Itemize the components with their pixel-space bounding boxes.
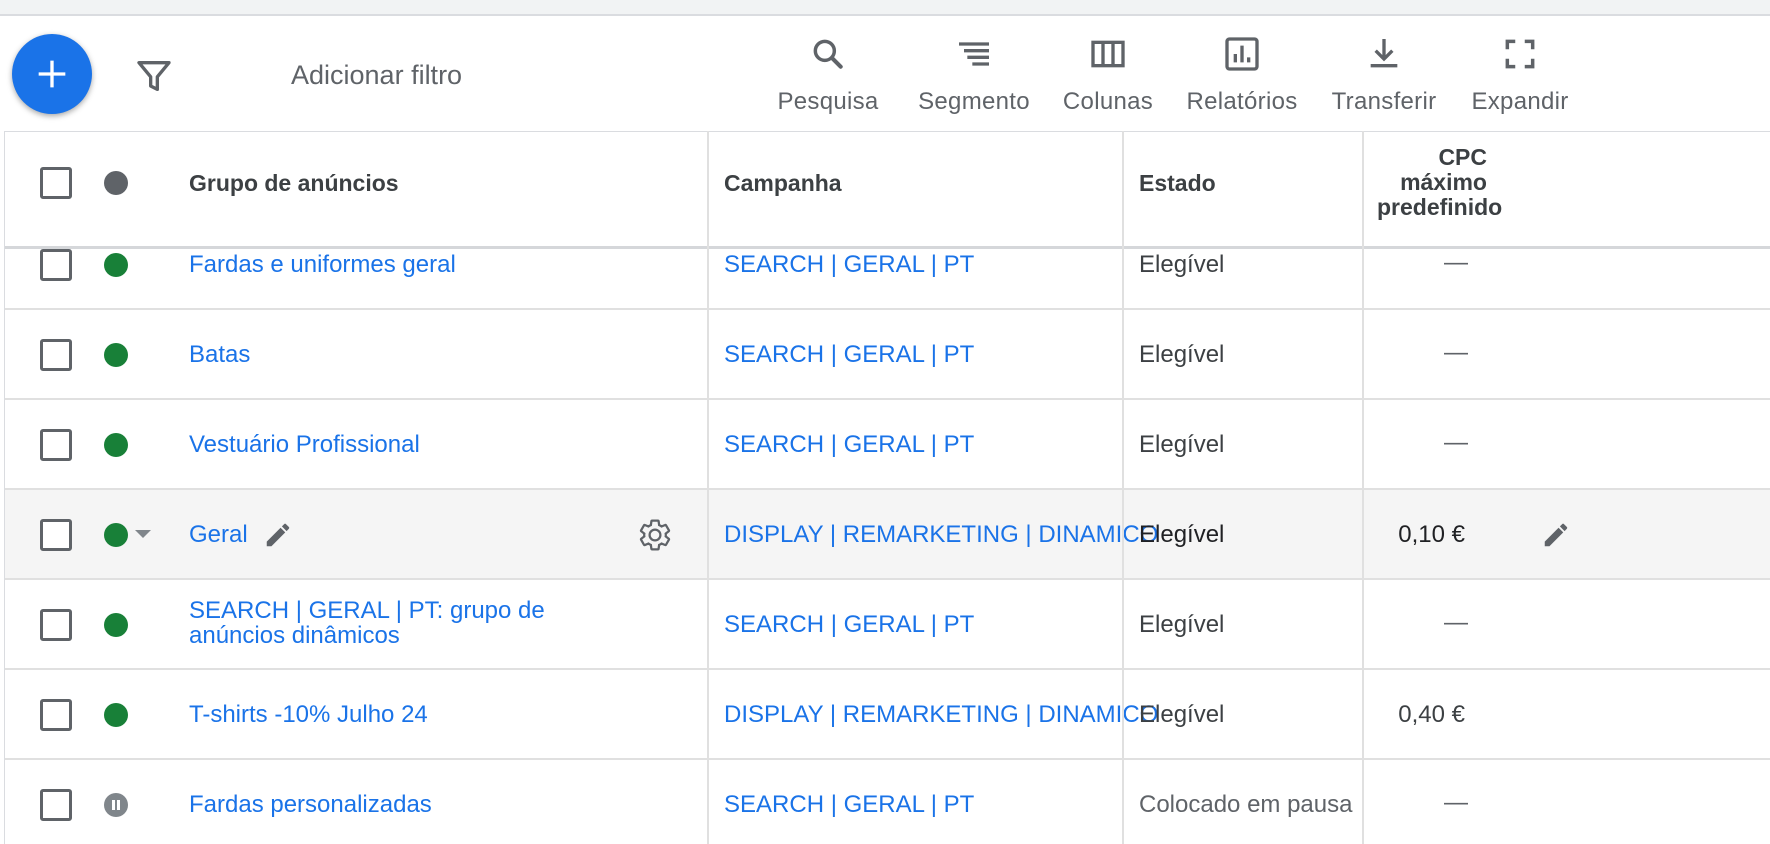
fullscreen-tool-label: Expandir xyxy=(1471,88,1569,115)
table-body: Fardas e uniformes geral SEARCH | GERAL … xyxy=(5,249,1770,844)
status-text: Elegível xyxy=(1139,701,1225,728)
table-row: Vestuário Profissional SEARCH | GERAL | … xyxy=(5,400,1770,490)
campaign-link[interactable]: SEARCH | GERAL | PT xyxy=(724,611,974,639)
campaign-link[interactable]: SEARCH | GERAL | PT xyxy=(724,341,974,369)
campaign-link[interactable]: DISPLAY | REMARKETING | DINAMICO xyxy=(724,521,1158,549)
status-dot-enabled[interactable] xyxy=(104,433,128,457)
columns-tool-button[interactable]: Colunas xyxy=(1062,32,1154,132)
campaign-link[interactable]: SEARCH | GERAL | PT xyxy=(724,791,974,819)
reports-tool-button[interactable]: Relatórios xyxy=(1186,32,1297,132)
header-max-cpc-line3: predefinido xyxy=(1377,194,1503,220)
download-tool-label: Transferir xyxy=(1331,88,1437,115)
header-max-cpc-line2: máximo xyxy=(1400,169,1487,195)
row-checkbox[interactable] xyxy=(40,699,72,731)
row-checkbox[interactable] xyxy=(40,429,72,461)
status-text: Elegível xyxy=(1139,521,1225,548)
campaign-link[interactable]: SEARCH | GERAL | PT xyxy=(724,431,974,459)
status-dot-paused[interactable] xyxy=(104,793,128,817)
add-button[interactable] xyxy=(12,34,92,114)
edit-cpc-icon[interactable] xyxy=(1541,520,1571,550)
cpc-value: — xyxy=(1444,249,1468,276)
header-max-cpc-line1: CPC xyxy=(1438,144,1487,170)
status-text: Elegível xyxy=(1139,431,1225,458)
search-tool-button[interactable]: Pesquisa xyxy=(777,32,879,132)
row-checkbox[interactable] xyxy=(40,519,72,551)
row-checkbox[interactable] xyxy=(40,339,72,371)
status-dot-enabled[interactable] xyxy=(104,613,128,637)
status-text: Elegível xyxy=(1139,611,1225,638)
cpc-value: 0,10 € xyxy=(1398,521,1465,548)
filter-icon[interactable] xyxy=(134,56,174,96)
row-checkbox[interactable] xyxy=(40,609,72,641)
plus-icon xyxy=(38,60,66,88)
ad-group-link[interactable]: SEARCH | GERAL | PT: grupo de anúncios d… xyxy=(189,598,545,648)
status-dot-enabled[interactable] xyxy=(104,703,128,727)
cpc-value: — xyxy=(1444,339,1468,366)
cpc-value: 0,40 € xyxy=(1398,701,1465,728)
download-icon xyxy=(1370,39,1398,68)
table-row: SEARCH | GERAL | PT: grupo de anúncios d… xyxy=(5,580,1770,670)
table-row: Fardas personalizadas SEARCH | GERAL | P… xyxy=(5,760,1770,844)
ad-group-link-line2: anúncios dinâmicos xyxy=(189,622,400,649)
settings-gear-icon[interactable] xyxy=(637,517,673,553)
status-text: Elegível xyxy=(1139,251,1225,278)
fullscreen-icon xyxy=(1505,39,1535,69)
header-status[interactable]: Estado xyxy=(1139,170,1216,197)
ad-group-link-line1: SEARCH | GERAL | PT: grupo de xyxy=(189,597,545,624)
cpc-value: — xyxy=(1444,609,1468,636)
header-max-cpc[interactable]: CPC máximo predefinido xyxy=(1377,144,1503,220)
segment-tool-label: Segmento xyxy=(918,88,1030,115)
status-filter-dot[interactable] xyxy=(104,171,128,195)
segment-tool-button[interactable]: Segmento xyxy=(918,32,1030,132)
column-divider xyxy=(1362,131,1364,844)
columns-tool-label: Colunas xyxy=(1062,88,1154,115)
reports-tool-label: Relatórios xyxy=(1186,88,1298,115)
table-row: T-shirts -10% Julho 24 DISPLAY | REMARKE… xyxy=(5,670,1770,760)
fullscreen-tool-button[interactable]: Expandir xyxy=(1471,32,1569,132)
ad-group-link[interactable]: Fardas personalizadas xyxy=(189,791,432,819)
download-tool-button[interactable]: Transferir xyxy=(1331,32,1437,132)
top-strip xyxy=(0,0,1770,16)
search-tool-label: Pesquisa xyxy=(777,88,879,115)
table-row: Fardas e uniformes geral SEARCH | GERAL … xyxy=(5,249,1770,310)
campaign-link[interactable]: DISPLAY | REMARKETING | DINAMICO xyxy=(724,701,1158,729)
cpc-value: — xyxy=(1444,429,1468,456)
status-text: Elegível xyxy=(1139,341,1225,368)
ad-group-link[interactable]: T-shirts -10% Julho 24 xyxy=(189,701,428,729)
column-divider xyxy=(1122,131,1124,844)
status-text: Colocado em pausa xyxy=(1139,791,1353,818)
status-dot-enabled[interactable] xyxy=(104,253,128,277)
ad-groups-table: Grupo de anúncios Campanha Estado CPC má… xyxy=(4,131,1770,844)
table-row: Geral DISPLAY | REMARKETING | DINAMICO E… xyxy=(5,490,1770,580)
ad-group-link[interactable]: Batas xyxy=(189,341,250,369)
row-checkbox[interactable] xyxy=(40,789,72,821)
header-ad-group[interactable]: Grupo de anúncios xyxy=(189,170,399,197)
search-icon xyxy=(813,39,843,69)
column-divider xyxy=(707,131,709,844)
row-checkbox[interactable] xyxy=(40,249,72,281)
table-row: Batas SEARCH | GERAL | PT Elegível — xyxy=(5,310,1770,400)
status-dot-enabled[interactable] xyxy=(104,343,128,367)
add-filter-input[interactable]: Adicionar filtro xyxy=(291,60,462,91)
status-dot-enabled[interactable] xyxy=(104,523,128,547)
reports-icon xyxy=(1225,37,1259,71)
cpc-value: — xyxy=(1444,789,1468,816)
edit-name-icon[interactable] xyxy=(263,520,293,550)
segment-icon xyxy=(959,42,989,66)
table-toolbar: Adicionar filtro Pesquisa Segmento Colun… xyxy=(0,18,1770,131)
status-dropdown-icon[interactable] xyxy=(133,527,153,541)
ad-group-link[interactable]: Geral xyxy=(189,521,248,549)
ad-group-link[interactable]: Fardas e uniformes geral xyxy=(189,251,456,279)
select-all-checkbox[interactable] xyxy=(40,167,72,199)
header-campaign[interactable]: Campanha xyxy=(724,170,842,197)
ad-group-link[interactable]: Vestuário Profissional xyxy=(189,431,420,459)
columns-icon xyxy=(1091,40,1125,68)
table-header: Grupo de anúncios Campanha Estado CPC má… xyxy=(5,131,1770,249)
campaign-link[interactable]: SEARCH | GERAL | PT xyxy=(724,251,974,279)
